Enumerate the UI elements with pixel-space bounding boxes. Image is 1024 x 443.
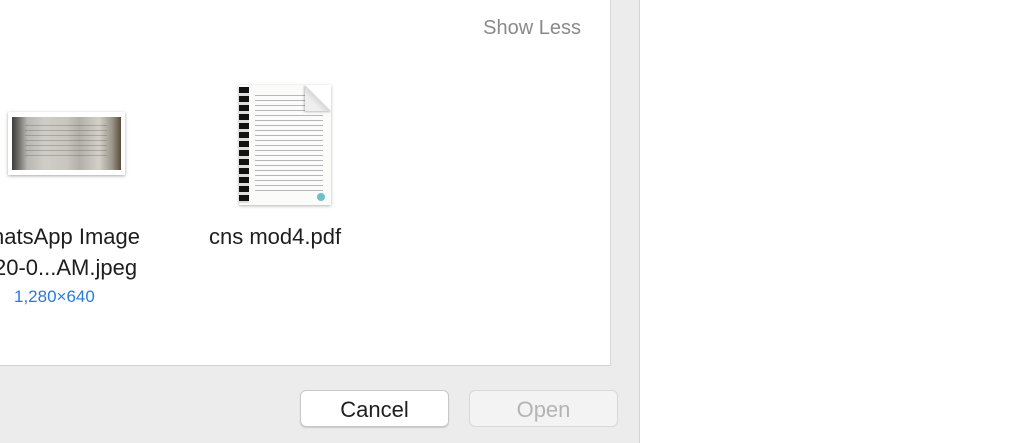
- file-dimensions: 1,280×640: [14, 287, 95, 306]
- background-area: [641, 0, 1024, 443]
- show-less-link[interactable]: Show Less: [483, 17, 581, 40]
- file-name-line2: 20-0...AM.jpeg: [0, 255, 138, 280]
- file-browser-pane: Show Less hatsApp Image 20-0...AM.jpeg 1…: [0, 0, 611, 366]
- file-name-line1: hatsApp Image: [0, 224, 140, 249]
- file-name-pdf: cns mod4.pdf: [209, 224, 342, 249]
- image-thumbnail-icon: [8, 112, 125, 175]
- open-file-dialog: Show Less hatsApp Image 20-0...AM.jpeg 1…: [0, 0, 640, 443]
- cancel-button[interactable]: Cancel: [300, 390, 449, 427]
- open-button[interactable]: Open: [469, 390, 618, 427]
- pdf-thumbnail-icon: [239, 85, 331, 205]
